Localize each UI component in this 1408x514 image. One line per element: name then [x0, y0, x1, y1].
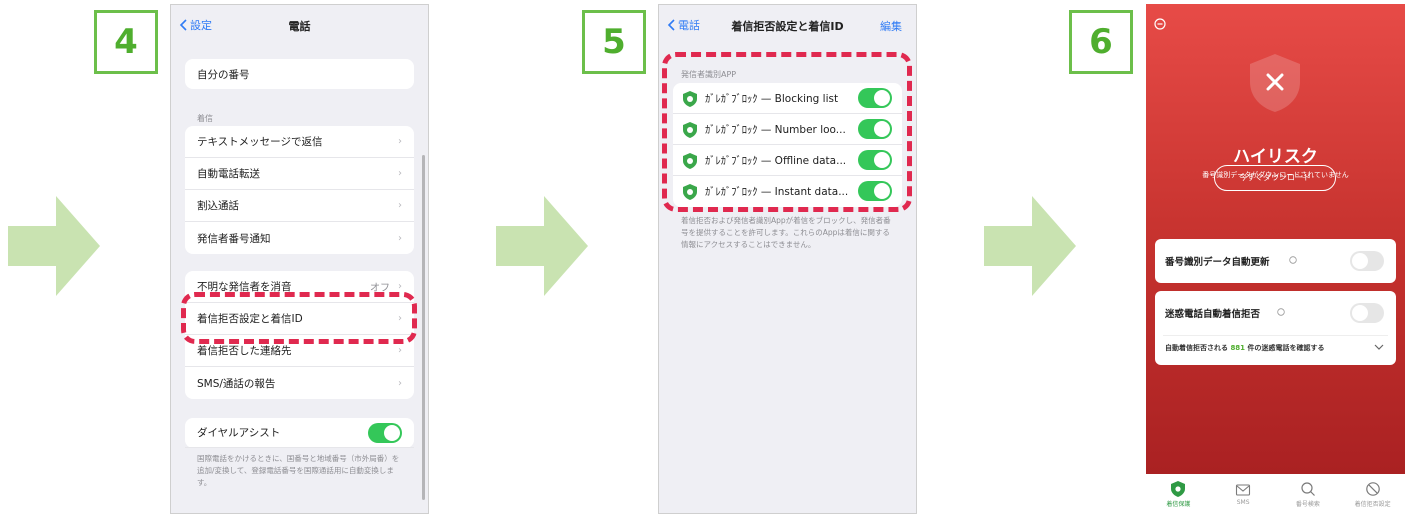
step-badge-6: 6 — [1069, 10, 1133, 74]
auto-update-card: 番号識別データ自動更新 — [1155, 239, 1396, 283]
my-number-cell[interactable]: 自分の番号 — [185, 59, 414, 89]
check-prefix: 自動着信拒否される — [1165, 344, 1228, 352]
arrow-right-icon — [984, 196, 1076, 296]
tab-sms[interactable]: SMS — [1218, 483, 1268, 506]
help-circle-icon[interactable] — [1277, 308, 1285, 316]
auto-update-toggle[interactable] — [1350, 251, 1384, 271]
tab-label: SMS — [1236, 498, 1250, 506]
page-title: 着信拒否設定と着信ID — [731, 20, 844, 33]
dial-assist-note: 国際電話をかけるときに、国番号と地域番号（市外局番）を追加/変換して、登録電話番… — [197, 454, 400, 487]
dial-assist-toggle[interactable] — [368, 423, 402, 443]
chevron-right-icon: › — [398, 232, 402, 244]
edit-button[interactable]: 編集 — [880, 18, 902, 34]
cell-label: ダイヤルアシスト — [197, 427, 281, 439]
cell-label: 自動電話転送 — [197, 168, 260, 180]
section-label-incoming: 着信 — [197, 114, 213, 123]
risk-title: ハイリスク — [1233, 147, 1318, 167]
nav-bar: 設定 電話 — [171, 5, 428, 45]
highlight-caller-id-apps — [662, 52, 912, 212]
mail-icon — [1236, 483, 1251, 496]
tab-label: 番号検索 — [1295, 500, 1320, 508]
arrow-right-icon — [8, 196, 100, 296]
download-button[interactable]: 今すぐダウンロード — [1214, 165, 1336, 191]
chevron-right-icon: › — [398, 377, 402, 389]
check-blocked-link[interactable]: 自動着信拒否される 881 件の迷惑電話を確認する — [1165, 343, 1325, 353]
nav-bar: 電話 着信拒否設定と着信ID 編集 — [659, 5, 916, 45]
cell-sms-call-report[interactable]: SMS/通話の報告 › — [185, 367, 414, 399]
chevron-right-icon: › — [398, 345, 402, 356]
cell-label: 発信者番号通知 — [197, 232, 271, 245]
auto-block-card: 迷惑電話自動着信拒否 自動着信拒否される 881 件の迷惑電話を確認する — [1155, 291, 1396, 365]
scrollbar[interactable] — [422, 155, 425, 500]
my-number-group: 自分の番号 — [185, 59, 414, 89]
cell-call-forwarding[interactable]: 自動電話転送 › — [185, 158, 414, 190]
help-circle-icon[interactable] — [1289, 256, 1297, 264]
cell-call-waiting[interactable]: 割込通話 › — [185, 190, 414, 222]
arrow-right-icon — [496, 196, 588, 296]
caller-id-note: 着信拒否および発信者識別Appが着信をブロックし、発信者番号を提供することを許可… — [681, 216, 891, 249]
cell-label: テキストメッセージで返信 — [197, 136, 323, 148]
tab-number-search[interactable]: 番号検索 — [1283, 481, 1333, 508]
phone-app-screen: ハイリスク 番号識別データがダウンロードされていません 今すぐダウンロード 番号… — [1146, 4, 1405, 514]
incoming-settings-group: テキストメッセージで返信 › 自動電話転送 › 割込通話 › 発信者番号通知 › — [185, 126, 414, 254]
tab-call-protection[interactable]: 着信保護 — [1153, 480, 1203, 508]
shield-x-icon — [1250, 54, 1300, 112]
highlight-call-blocking — [181, 292, 417, 344]
tab-block-settings[interactable]: 着信拒否設定 — [1348, 481, 1398, 508]
block-icon — [1365, 481, 1380, 496]
cell-label: 着信拒否した連絡先 — [197, 345, 292, 357]
phone-settings-screen: 設定 電話 自分の番号 着信 テキストメッセージで返信 › 自動電話転送 › 割込通… — [170, 4, 429, 514]
dial-assist-group: ダイヤルアシスト — [185, 418, 414, 448]
cell-label: SMS/通話の報告 — [197, 377, 276, 390]
cell-label: 割込通話 — [197, 200, 239, 212]
tab-label: 着信拒否設定 — [1354, 500, 1391, 508]
cell-label: 自分の番号 — [197, 68, 250, 81]
check-count: 881 — [1230, 344, 1246, 352]
auto-block-label: 迷惑電話自動着信拒否 — [1165, 309, 1261, 320]
divider — [1163, 335, 1388, 336]
check-suffix: 件の迷惑電話を確認する — [1247, 344, 1325, 352]
chevron-down-icon[interactable] — [1374, 344, 1384, 351]
step-badge-5: 5 — [582, 10, 646, 74]
chevron-right-icon: › — [398, 200, 402, 211]
chevron-right-icon: › — [398, 168, 402, 179]
cell-caller-id[interactable]: 発信者番号通知 › — [185, 222, 414, 254]
cell-text-reply[interactable]: テキストメッセージで返信 › — [185, 126, 414, 158]
auto-update-label: 番号識別データ自動更新 — [1165, 257, 1270, 268]
shield-icon — [1171, 480, 1186, 497]
step-badge-4: 4 — [94, 10, 158, 74]
page-title: 電話 — [288, 20, 311, 33]
auto-block-toggle[interactable] — [1350, 303, 1384, 323]
minus-circle-icon[interactable] — [1154, 18, 1166, 30]
tab-label: 着信保護 — [1166, 500, 1191, 508]
tab-bar: 着信保護 SMS 番号検索 着信拒否設定 — [1146, 474, 1405, 514]
search-icon — [1301, 481, 1315, 496]
chevron-right-icon: › — [398, 136, 402, 147]
chevron-right-icon: › — [398, 281, 402, 292]
